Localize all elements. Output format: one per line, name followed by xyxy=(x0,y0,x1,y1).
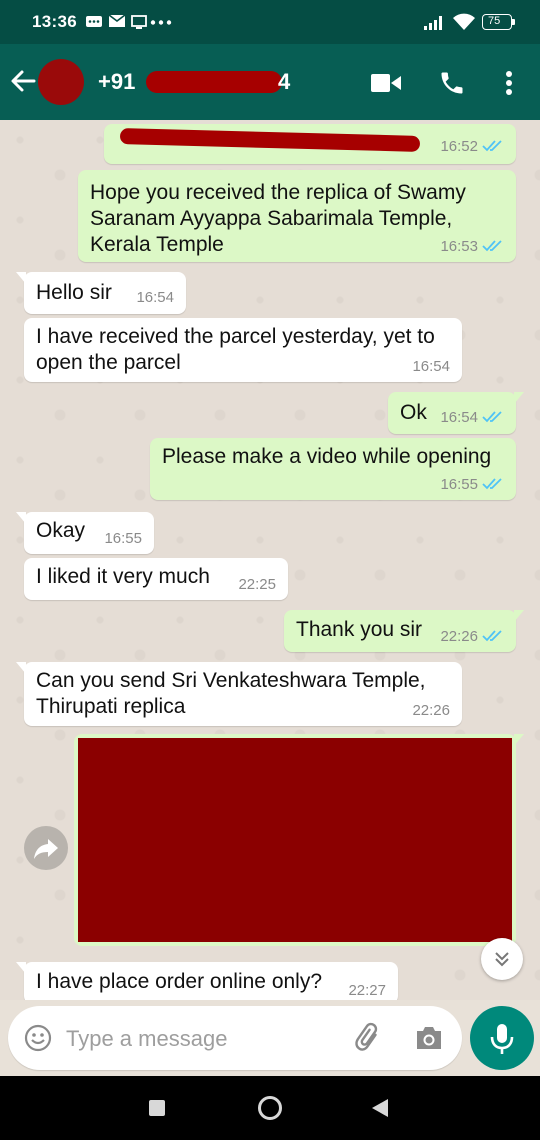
message-bubble-outgoing[interactable]: Thank you sir 22:26 xyxy=(284,610,524,652)
message-composer[interactable]: Type a message xyxy=(8,1006,462,1070)
message-text: Thank you sir xyxy=(296,618,423,641)
message-text: Saranam Ayyappa Sabarimala Temple, xyxy=(90,207,453,230)
signal-icon xyxy=(424,16,442,30)
message-time: 16:54 xyxy=(412,358,450,375)
message-bubble-incoming[interactable]: Okay 16:55 xyxy=(16,512,154,554)
more-notifications-icon xyxy=(150,20,172,25)
message-bubble-incoming[interactable]: Can you send Sri Venkateshwara Temple, T… xyxy=(16,662,462,726)
message-text: Hope you received the replica of Swamy xyxy=(90,181,466,204)
video-call-icon[interactable] xyxy=(371,73,401,93)
message-bubble-incoming[interactable]: I have place order online only? 22:27 xyxy=(16,962,398,1000)
redacted-media xyxy=(78,738,512,942)
chat-notification-icon xyxy=(86,16,102,27)
mic-icon xyxy=(490,1024,514,1054)
read-ticks-icon xyxy=(482,411,502,423)
camera-icon[interactable] xyxy=(414,1024,444,1052)
message-time: 22:26 xyxy=(412,702,450,719)
read-ticks-icon xyxy=(482,478,502,490)
battery-level: 75 xyxy=(488,15,501,27)
battery-icon: 75 xyxy=(482,14,512,30)
message-bubble-outgoing[interactable]: Hope you received the replica of Swamy S… xyxy=(78,170,516,262)
message-time: 22:26 xyxy=(440,628,478,645)
forward-icon xyxy=(34,839,58,859)
message-time: 16:55 xyxy=(104,530,142,547)
forward-button[interactable] xyxy=(24,826,68,870)
message-bubble-incoming[interactable]: I liked it very much 22:25 xyxy=(24,558,288,600)
message-text: Please make a video while opening xyxy=(162,445,492,468)
message-bubble-incoming[interactable]: Hello sir 16:54 xyxy=(16,272,186,314)
message-bubble-outgoing[interactable]: Ok 16:54 xyxy=(388,392,524,434)
message-text: Thirupati replica xyxy=(36,695,186,718)
wifi-icon xyxy=(453,13,475,30)
message-text: open the parcel xyxy=(36,351,181,374)
read-ticks-icon xyxy=(482,140,502,152)
nav-home-icon[interactable] xyxy=(258,1096,282,1120)
message-bubble-outgoing[interactable]: Please make a video while opening 16:55 xyxy=(150,438,516,500)
nav-back-icon[interactable] xyxy=(372,1099,388,1117)
message-text: I have place order online only? xyxy=(36,970,323,993)
message-text: Kerala Temple xyxy=(90,233,224,256)
message-time: 16:54 xyxy=(136,289,174,306)
status-bar: 13:36 75 xyxy=(0,0,540,44)
message-bubble-outgoing[interactable]: 16:52 xyxy=(104,124,516,164)
back-arrow-icon[interactable] xyxy=(8,66,38,96)
emoji-icon[interactable] xyxy=(24,1024,52,1052)
scroll-down-button[interactable] xyxy=(481,938,523,980)
message-input[interactable]: Type a message xyxy=(66,1026,227,1052)
screen-notification-icon xyxy=(131,15,147,29)
message-time: 16:54 xyxy=(440,409,478,426)
redacted-contact-name xyxy=(146,71,282,93)
phone-icon[interactable] xyxy=(438,69,466,97)
message-bubble-incoming[interactable]: I have received the parcel yesterday, ye… xyxy=(24,318,462,382)
message-time: 16:55 xyxy=(440,476,478,493)
battery-tip xyxy=(512,19,515,25)
message-text: Okay xyxy=(36,519,86,542)
read-ticks-icon xyxy=(482,240,502,252)
message-text: Ok xyxy=(400,401,427,424)
clock: 13:36 xyxy=(32,12,77,31)
message-text: I liked it very much xyxy=(36,565,210,588)
message-text: Can you send Sri Venkateshwara Temple, xyxy=(36,669,426,692)
attach-icon[interactable] xyxy=(354,1022,384,1054)
chat-header: +91 4 xyxy=(0,44,540,120)
mail-notification-icon xyxy=(109,15,125,27)
message-time: 16:53 xyxy=(440,238,478,255)
redacted-text xyxy=(119,128,421,152)
contact-avatar[interactable] xyxy=(38,59,84,105)
message-time: 22:27 xyxy=(348,982,386,999)
nav-recents-icon[interactable] xyxy=(149,1100,165,1116)
message-list[interactable]: 16:52 Hope you received the replica of S… xyxy=(0,120,540,1000)
system-nav-bar xyxy=(0,1076,540,1140)
voice-message-button[interactable] xyxy=(470,1006,534,1070)
message-text: Hello sir xyxy=(36,281,112,304)
message-time: 16:52 xyxy=(440,138,478,155)
message-time: 22:25 xyxy=(238,576,276,593)
contact-name-prefix[interactable]: +91 xyxy=(98,69,135,95)
contact-name-suffix[interactable]: 4 xyxy=(278,69,290,95)
more-vert-icon[interactable] xyxy=(505,70,513,96)
message-text: I have received the parcel yesterday, ye… xyxy=(36,325,435,348)
scroll-down-icon xyxy=(495,952,509,967)
read-ticks-icon xyxy=(482,630,502,642)
